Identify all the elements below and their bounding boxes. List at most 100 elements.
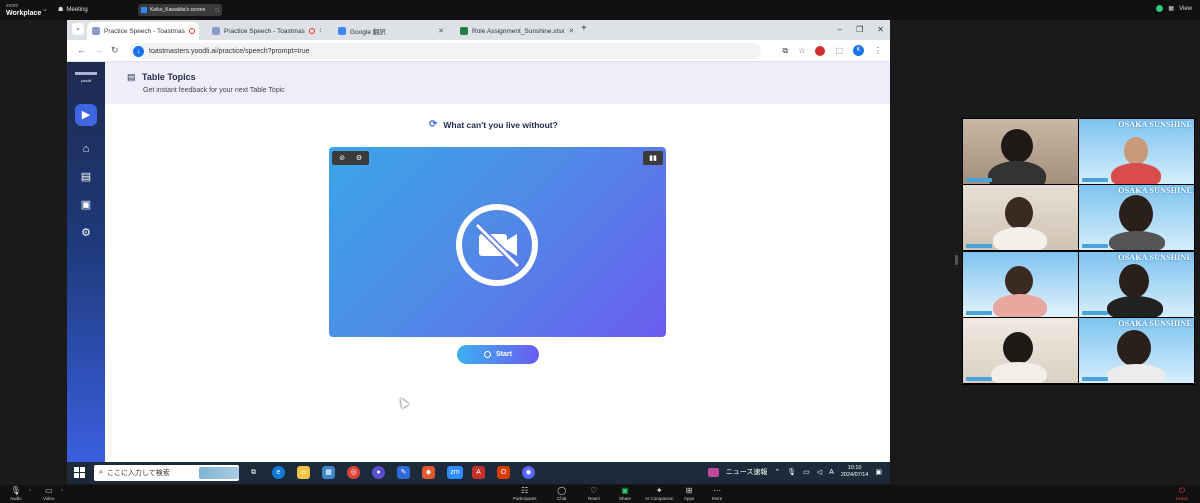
close-icon[interactable]: ✕ — [319, 27, 321, 35]
leave-icon: ⏻ — [1178, 486, 1186, 495]
file-explorer-icon[interactable]: ▭ — [297, 466, 310, 479]
start-label: Start — [496, 351, 512, 358]
forward-arrow-icon[interactable]: → — [94, 45, 103, 55]
close-window-icon[interactable]: ✕ — [877, 25, 884, 34]
tab-practice-speech-1[interactable]: Practice Speech - Toastmas ✕ — [87, 22, 199, 40]
edge-icon[interactable]: e — [272, 466, 285, 479]
settings-gear-icon[interactable]: ⚙ — [351, 154, 367, 162]
share-button[interactable]: ▣ Share — [619, 486, 631, 501]
chat-button[interactable]: ◯ Chat — [557, 486, 567, 501]
react-label: React — [588, 496, 600, 501]
react-button[interactable]: ♡ React — [588, 486, 600, 501]
video-icon[interactable]: ▶ — [75, 104, 97, 126]
video-options-icon[interactable]: ⌃ — [60, 489, 64, 495]
participant-head — [1119, 195, 1153, 233]
chrome-icon[interactable]: ◎ — [347, 466, 360, 479]
shark-banner-icon — [199, 467, 239, 479]
play-library-icon[interactable]: ▣ — [75, 194, 97, 216]
chart-icon[interactable]: ▤ — [75, 166, 97, 188]
app-icon[interactable]: ● — [372, 466, 385, 479]
bookmark-star-icon[interactable]: ☆ — [798, 46, 805, 55]
participant-tile[interactable] — [963, 119, 1078, 184]
participant-body — [993, 227, 1047, 250]
mouse-cursor-icon — [397, 395, 409, 409]
chevron-up-icon[interactable]: ⌃ — [774, 468, 780, 476]
kebab-menu-icon[interactable]: ⋮ — [874, 46, 882, 55]
participant-tile[interactable]: OSAKA SUNSHINE — [1079, 119, 1194, 184]
camera-off-toggle-icon[interactable]: ⊘ — [334, 154, 350, 162]
tab-practice-speech-2[interactable]: Practice Speech - Toastmas ✕ — [207, 22, 321, 40]
search-placeholder: ここに入力して検索 — [106, 470, 170, 477]
store-icon[interactable]: ▦ — [322, 466, 335, 479]
windows-start-icon[interactable] — [74, 467, 85, 478]
notification-icon[interactable]: ▣ — [875, 468, 882, 476]
participants-button[interactable]: ☷ Participants — [513, 486, 537, 501]
video-button[interactable]: ▭ Video — [43, 486, 54, 501]
office-icon[interactable]: O — [497, 466, 510, 479]
audio-options-icon[interactable]: ⌃ — [28, 489, 32, 495]
download-icon[interactable]: ↓ — [133, 45, 144, 57]
layout-toggle-icon[interactable]: ▮▮ — [643, 151, 663, 165]
apps-button[interactable]: ⊞ Apps — [684, 486, 694, 501]
zoom-icon[interactable]: zm — [447, 466, 463, 479]
microphone-icon[interactable]: 🎙 — [787, 468, 796, 476]
participant-tile[interactable] — [963, 252, 1078, 317]
minimize-icon[interactable]: – — [838, 25, 842, 34]
toastmasters-yoodli-logo[interactable]: yoodli — [73, 72, 99, 84]
news-icon[interactable] — [707, 467, 719, 477]
acrobat-icon[interactable]: A — [472, 466, 485, 479]
tab-google-translate[interactable]: Google 翻訳 ✕ — [333, 22, 449, 40]
volume-icon[interactable]: ◁ — [817, 468, 822, 476]
screen-share-icon — [141, 7, 147, 13]
settings-group-icon[interactable]: ⚙ — [75, 222, 97, 244]
meeting-menu[interactable]: ☗ Meeting — [58, 6, 88, 14]
zoom-top-bar: zoom Workplace ⌄ ☗ Meeting Keiko_Kawakit… — [0, 0, 1200, 20]
task-view-icon[interactable]: ⧉ — [247, 466, 260, 479]
discord-icon[interactable]: ◉ — [522, 466, 535, 479]
participant-tile[interactable] — [963, 185, 1078, 250]
grid-view-icon: ▦ — [1168, 6, 1175, 12]
news-label[interactable]: ニュース速報 — [726, 467, 768, 477]
refresh-prompt-icon[interactable]: ⟳ — [429, 119, 437, 130]
participant-tile[interactable]: OSAKA SUNSHINE — [1079, 252, 1194, 317]
taskbar-clock[interactable]: 10:10 2024/07/14 — [841, 465, 869, 479]
close-icon[interactable]: ✕ — [569, 27, 574, 35]
new-tab-button[interactable]: + — [581, 23, 587, 34]
tab-search-button[interactable]: ⌄ — [72, 23, 84, 35]
table-topics-icon: ▤ — [127, 72, 136, 82]
taskbar-search-input[interactable]: ⌕ ここに入力して検索 — [94, 465, 239, 481]
tab-label: Practice Speech - Toastmas — [224, 27, 305, 35]
options-icon[interactable]: ◌ — [215, 7, 219, 14]
network-icon[interactable]: ▭ — [803, 468, 810, 476]
audio-button[interactable]: 🎙 Audio — [10, 486, 22, 501]
ai-companion-label: AI Companion — [645, 496, 674, 501]
prompt-text: What can't you live without? — [443, 119, 558, 130]
restore-icon[interactable]: ❐ — [856, 25, 863, 34]
home-icon[interactable]: ⌂ — [75, 138, 97, 160]
ime-indicator[interactable]: A — [829, 469, 834, 476]
extension-red-icon[interactable] — [815, 45, 826, 56]
shared-screen-pill[interactable]: Keiko_Kawakita's screen ◌ — [138, 4, 222, 16]
gallery-resize-handle[interactable] — [955, 255, 958, 265]
chat-label: Chat — [557, 496, 567, 501]
leave-button[interactable]: ⏻ Leave — [1176, 486, 1188, 501]
close-icon[interactable]: ✕ — [438, 27, 444, 35]
tab-role-assignment[interactable]: Role Assignment_Sunshine.xlsx ✕ — [455, 22, 573, 40]
more-button[interactable]: ⋯ More — [712, 486, 722, 501]
ai-companion-button[interactable]: ✦ AI Companion — [645, 486, 674, 501]
install-app-icon[interactable]: ⧉ — [783, 46, 789, 56]
participant-tile[interactable]: OSAKA SUNSHINE — [1079, 185, 1194, 250]
url-field[interactable]: ↓ toastmasters.yoodli.ai/practice/speech… — [129, 43, 761, 59]
view-controls[interactable]: ▦ View — [1156, 5, 1192, 12]
back-arrow-icon[interactable]: ← — [77, 45, 86, 55]
profile-avatar[interactable]: K — [853, 45, 864, 56]
participant-tile[interactable]: OSAKA SUNSHINE — [1079, 318, 1194, 383]
participant-tile[interactable] — [963, 318, 1078, 383]
zoom-pen-icon[interactable]: ✎ — [397, 466, 410, 479]
participant-name-plate — [1082, 178, 1108, 182]
extensions-puzzle-icon[interactable]: ⬚ — [835, 46, 843, 55]
reload-icon[interactable]: ↻ — [111, 45, 119, 56]
brave-icon[interactable]: ◆ — [422, 466, 435, 479]
chevron-down-icon[interactable]: ⌄ — [42, 5, 48, 13]
start-button[interactable]: Start — [457, 345, 539, 364]
